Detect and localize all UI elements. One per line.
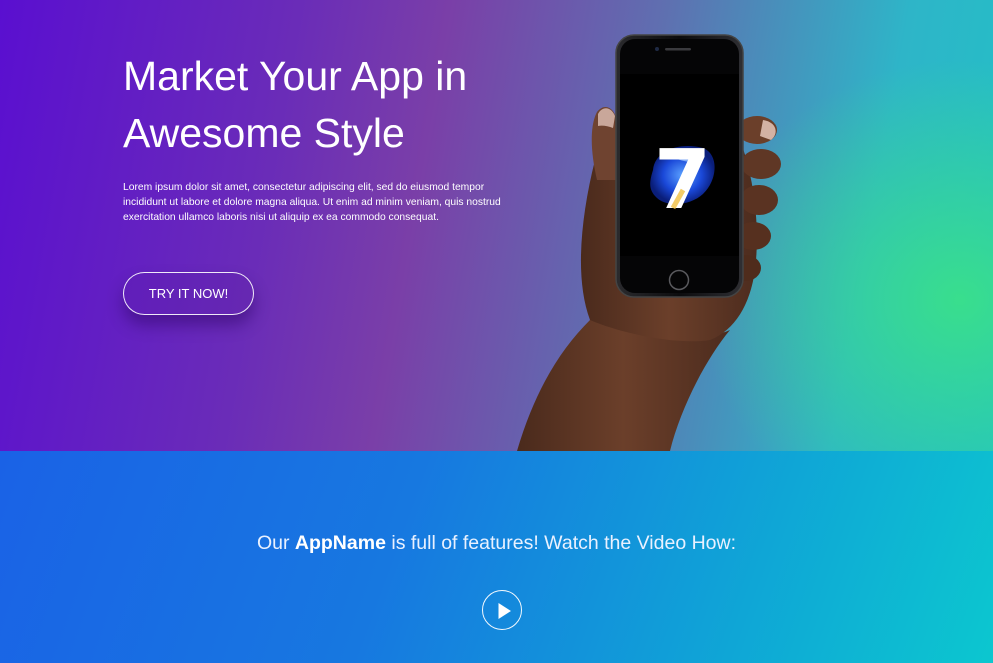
phone-screen-numeral: 7 xyxy=(654,133,711,228)
play-video-button[interactable] xyxy=(482,590,522,630)
hero-title-line-2: Awesome Style xyxy=(123,110,405,156)
play-icon xyxy=(498,603,511,619)
hero-title-line-1: Market Your App in xyxy=(123,53,468,99)
hero-section: Market Your App in Awesome Style Lorem i… xyxy=(0,0,993,451)
features-text-before: Our xyxy=(256,532,295,554)
phone-in-hand-image: 7 xyxy=(505,30,795,451)
try-it-now-button[interactable]: TRY IT NOW! xyxy=(123,272,254,315)
app-name: AppName xyxy=(294,532,386,554)
features-section: Our AppName is full of features! Watch t… xyxy=(0,451,993,663)
features-text-after: is full of features! Watch the Video How… xyxy=(385,532,737,554)
features-headline: Our AppName is full of features! Watch t… xyxy=(0,531,993,555)
hero-description: Lorem ipsum dolor sit amet, consectetur … xyxy=(123,182,501,224)
hero-title: Market Your App in Awesome Style xyxy=(123,48,543,162)
